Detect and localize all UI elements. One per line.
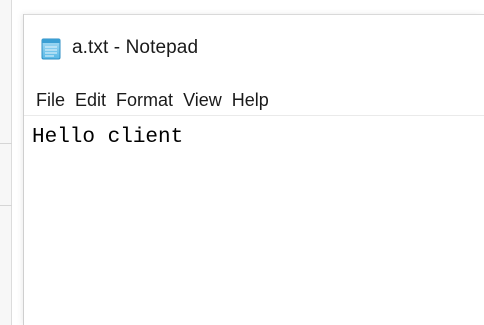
notepad-window: a.txt - Notepad File Edit Format View He… (24, 14, 484, 325)
window-title: a.txt - Notepad (72, 37, 199, 58)
menu-view[interactable]: View (183, 88, 222, 113)
menu-help[interactable]: Help (232, 88, 269, 113)
menu-format[interactable]: Format (116, 88, 173, 113)
menu-file[interactable]: File (36, 88, 65, 113)
background-window-edge (0, 0, 12, 325)
screen: a.txt - Notepad File Edit Format View He… (0, 0, 484, 325)
menu-bar: File Edit Format View Help (24, 85, 484, 116)
text-editor[interactable]: Hello client (24, 117, 484, 325)
background-divider (0, 143, 12, 144)
editor-content[interactable]: Hello client (32, 125, 484, 151)
title-bar[interactable]: a.txt - Notepad (24, 15, 484, 81)
notepad-icon (40, 36, 62, 60)
background-divider (0, 205, 12, 206)
menu-edit[interactable]: Edit (75, 88, 106, 113)
